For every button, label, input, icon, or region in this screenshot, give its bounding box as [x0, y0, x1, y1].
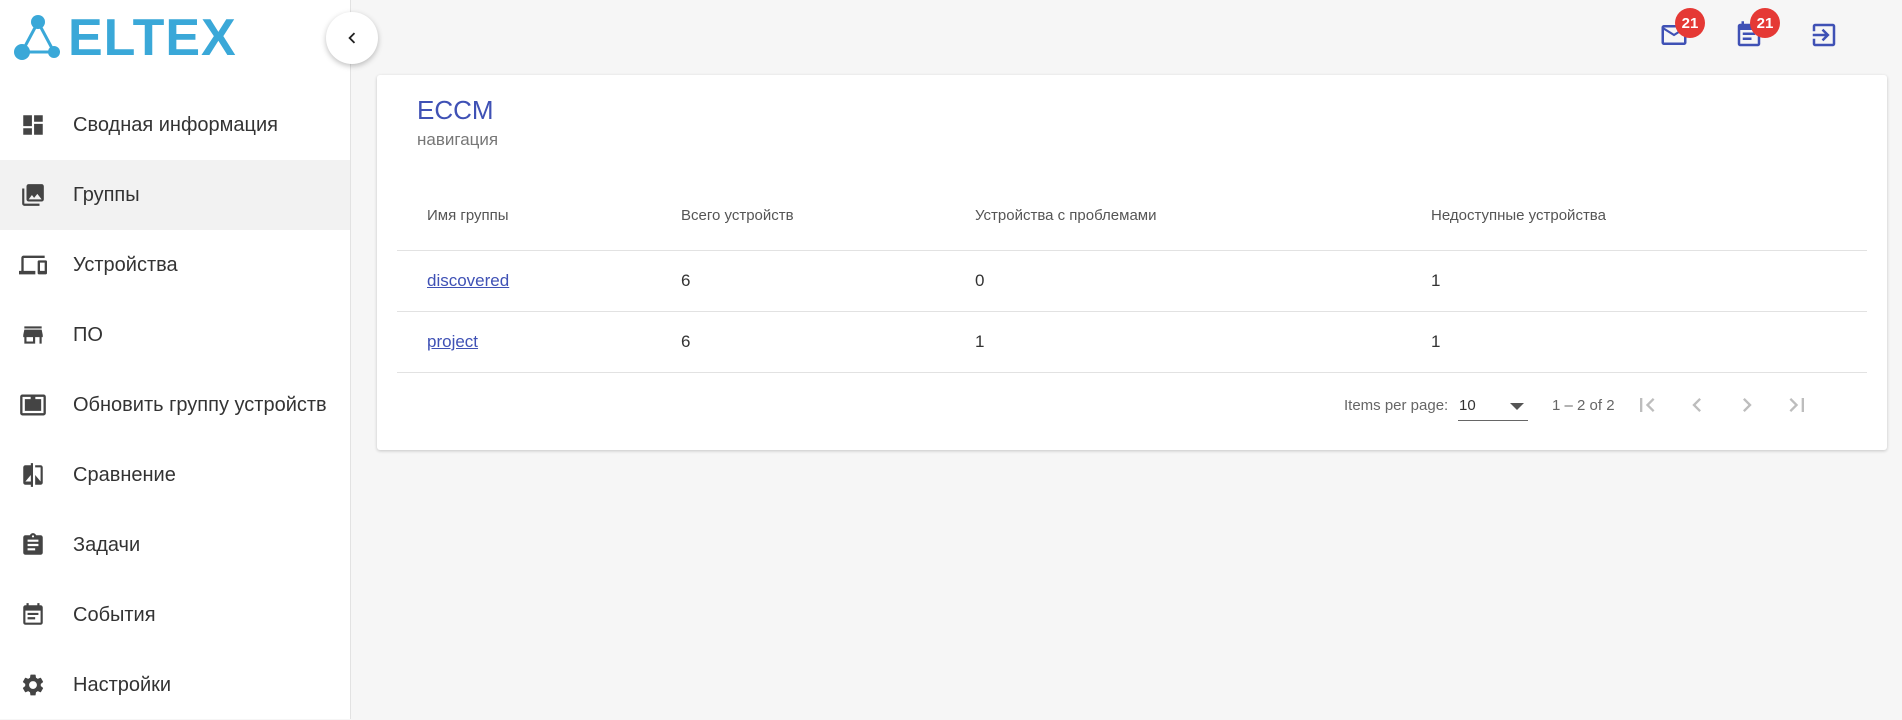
system-update-icon — [18, 390, 48, 420]
chevron-right-icon — [1743, 398, 1752, 412]
assignment-icon — [18, 530, 48, 560]
column-header-group-name[interactable]: Имя группы — [397, 207, 681, 224]
previous-page-button[interactable] — [1682, 390, 1712, 420]
collapse-sidebar-button[interactable] — [326, 12, 378, 64]
groups-table: Имя группы Всего устройств Устройства с … — [397, 180, 1867, 373]
topbar: 21 21 — [351, 0, 1902, 70]
compare-icon — [18, 460, 48, 490]
total-devices-cell: 6 — [681, 332, 691, 351]
sidebar-item-compare[interactable]: Сравнение — [0, 440, 350, 510]
eltex-logo[interactable]: ELTEX — [12, 12, 242, 64]
events-badge: 21 — [1750, 8, 1780, 38]
total-devices-cell: 6 — [681, 271, 691, 290]
card-title: ECCM — [417, 95, 494, 125]
sidebar-item-label: Сводная информация — [73, 113, 278, 136]
sidebar-item-label: ПО — [73, 323, 103, 346]
group-link[interactable]: discovered — [427, 271, 509, 290]
sidebar-item-groups[interactable]: Группы — [0, 160, 350, 230]
unavailable-devices-cell: 1 — [1431, 271, 1441, 290]
dropdown-arrow-icon — [1510, 403, 1524, 410]
sidebar-item-label: Устройства — [73, 253, 178, 276]
chevron-left-icon — [1692, 398, 1701, 412]
mail-button[interactable]: 21 — [1657, 8, 1705, 52]
sidebar-item-summary[interactable]: Сводная информация — [0, 90, 350, 160]
column-header-unavailable-devices[interactable]: Недоступные устройства — [1431, 207, 1867, 224]
group-link[interactable]: project — [427, 332, 478, 351]
store-icon — [18, 320, 48, 350]
dashboard-icon — [18, 110, 48, 140]
logo-text: ELTEX — [68, 9, 237, 67]
sidebar-item-update-group[interactable]: Обновить группу устройств — [0, 370, 350, 440]
devices-icon — [18, 250, 48, 280]
group-name-cell: project — [397, 332, 681, 352]
items-per-page-select[interactable]: 10 — [1458, 392, 1528, 421]
paginator: Items per page: 10 1 – 2 of 2 — [397, 380, 1867, 430]
sidebar-item-label: Сравнение — [73, 463, 176, 486]
items-per-page-value: 10 — [1459, 397, 1476, 414]
sidebar-item-devices[interactable]: Устройства — [0, 230, 350, 300]
groups-card: ECCM навигация Имя группы Всего устройст… — [377, 75, 1887, 450]
sidebar-item-settings[interactable]: Настройки — [0, 650, 350, 720]
sidebar-item-label: Обновить группу устройств — [73, 393, 327, 416]
sidebar-item-label: События — [73, 603, 156, 626]
logout-icon — [1812, 23, 1836, 47]
table-row: project 6 1 1 — [397, 312, 1867, 373]
items-per-page-label: Items per page: — [1344, 397, 1449, 414]
group-name-cell: discovered — [397, 271, 681, 291]
unavailable-devices-cell: 1 — [1431, 332, 1441, 351]
sidebar-item-software[interactable]: ПО — [0, 300, 350, 370]
photo-library-icon — [18, 180, 48, 210]
first-page-icon — [1640, 398, 1655, 412]
problem-devices-cell: 0 — [975, 271, 985, 290]
problem-devices-cell: 1 — [975, 332, 985, 351]
eltex-logo-mark-icon — [14, 15, 60, 60]
sidebar: ELTEX Сводная информация Группы Устройст… — [0, 0, 351, 719]
sidebar-item-label: Задачи — [73, 533, 141, 556]
column-header-total-devices[interactable]: Всего устройств — [681, 207, 975, 224]
first-page-button[interactable] — [1632, 390, 1662, 420]
mail-badge: 21 — [1675, 8, 1705, 38]
events-button[interactable]: 21 — [1732, 8, 1780, 52]
sidebar-item-label: Группы — [73, 183, 140, 206]
settings-icon — [18, 670, 48, 700]
chevron-left-icon — [348, 32, 356, 44]
table-row: discovered 6 0 1 — [397, 251, 1867, 312]
last-page-icon — [1789, 398, 1804, 412]
sidebar-item-events[interactable]: События — [0, 580, 350, 650]
next-page-button[interactable] — [1732, 390, 1762, 420]
page-range-label: 1 – 2 of 2 — [1552, 397, 1615, 414]
event-note-icon — [18, 600, 48, 630]
card-subtitle: навигация — [417, 130, 499, 149]
logout-button[interactable] — [1807, 18, 1841, 52]
last-page-button[interactable] — [1782, 390, 1812, 420]
sidebar-nav: Сводная информация Группы Устройства ПО … — [0, 90, 350, 720]
column-header-problem-devices[interactable]: Устройства с проблемами — [975, 207, 1431, 224]
sidebar-item-tasks[interactable]: Задачи — [0, 510, 350, 580]
table-header: Имя группы Всего устройств Устройства с … — [397, 180, 1867, 251]
sidebar-item-label: Настройки — [73, 673, 172, 696]
